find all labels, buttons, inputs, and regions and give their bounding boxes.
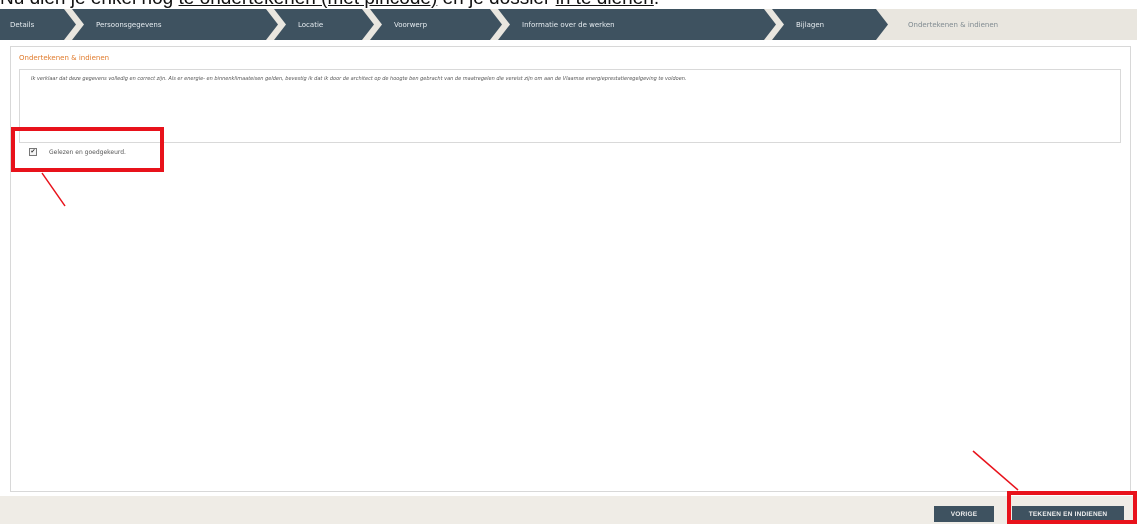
- step-bijlagen[interactable]: Bijlagen: [772, 9, 888, 40]
- highlight-submit-annotation: [1007, 491, 1137, 524]
- caption-middle: en je dossier: [437, 0, 555, 8]
- step-label: Informatie over de werken: [522, 20, 615, 29]
- step-label: Locatie: [298, 20, 324, 29]
- step-details[interactable]: Details: [0, 9, 76, 40]
- instruction-caption: Nu dien je enkel nog te ondertekenen (me…: [0, 0, 1137, 8]
- sign-submit-panel: Ondertekenen & indienen Ik verklaar dat …: [10, 46, 1131, 492]
- step-locatie[interactable]: Locatie: [274, 9, 374, 40]
- step-label: Voorwerp: [394, 20, 428, 29]
- step-label: Bijlagen: [796, 20, 825, 29]
- step-label: Persoonsgegevens: [96, 20, 162, 29]
- highlight-checkbox-annotation: [11, 127, 164, 172]
- step-informatie-werken[interactable]: Informatie over de werken: [498, 9, 776, 40]
- wizard-step-bar: Details Persoonsgegevens Locatie Voorwer…: [0, 9, 1137, 40]
- caption-suffix: .: [654, 0, 659, 8]
- step-persoonsgegevens[interactable]: Persoonsgegevens: [72, 9, 278, 40]
- step-label: Ondertekenen & indienen: [908, 20, 999, 29]
- previous-button[interactable]: VORIGE: [934, 506, 994, 522]
- declaration-box: Ik verklaar dat deze gegevens volledig e…: [19, 69, 1121, 143]
- caption-link-sign: te ondertekenen (met pincode): [179, 0, 438, 8]
- declaration-text: Ik verklaar dat deze gegevens volledig e…: [31, 76, 687, 82]
- section-title: Ondertekenen & indienen: [19, 54, 110, 62]
- caption-prefix: Nu dien je enkel nog: [0, 0, 179, 8]
- caption-link-submit: in te dienen: [556, 0, 654, 8]
- step-ondertekenen-indienen[interactable]: Ondertekenen & indienen: [884, 9, 1137, 40]
- step-label: Details: [10, 20, 35, 29]
- step-voorwerp[interactable]: Voorwerp: [370, 9, 502, 40]
